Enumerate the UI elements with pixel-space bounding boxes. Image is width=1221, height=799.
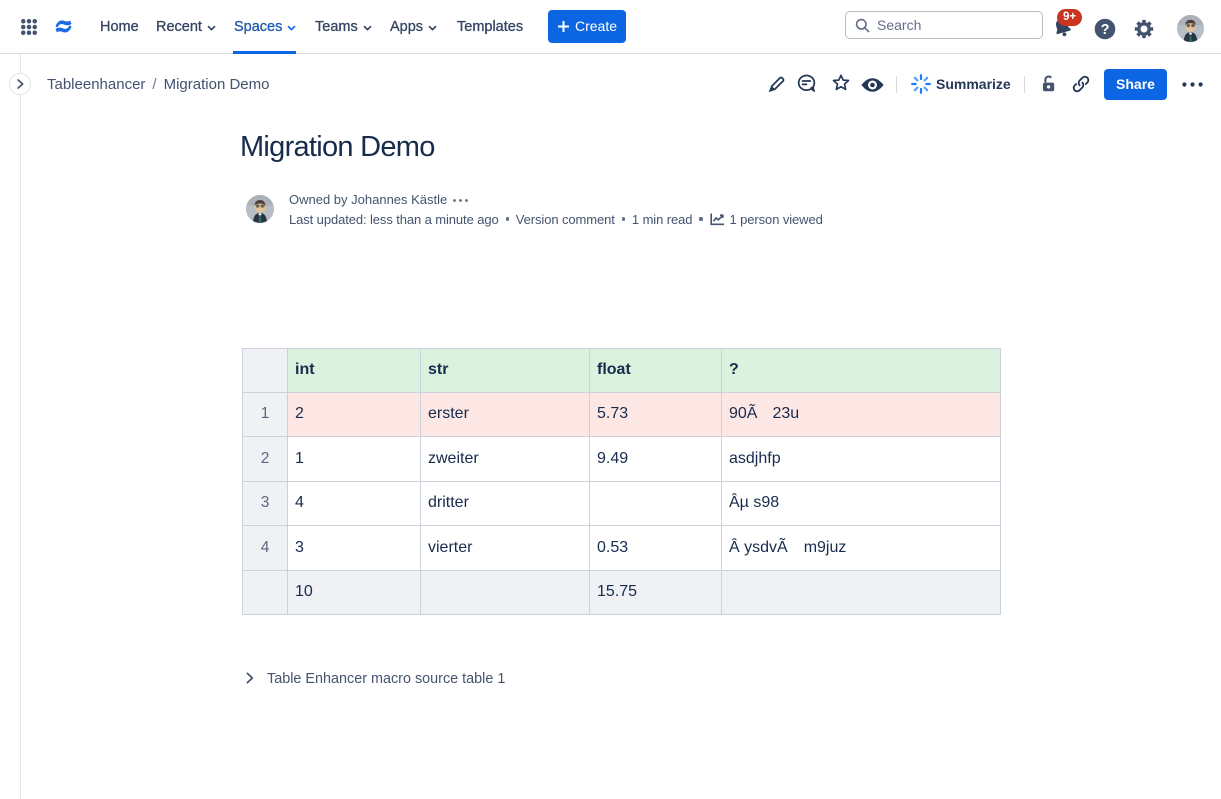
svg-text:?: ? — [1101, 22, 1110, 38]
